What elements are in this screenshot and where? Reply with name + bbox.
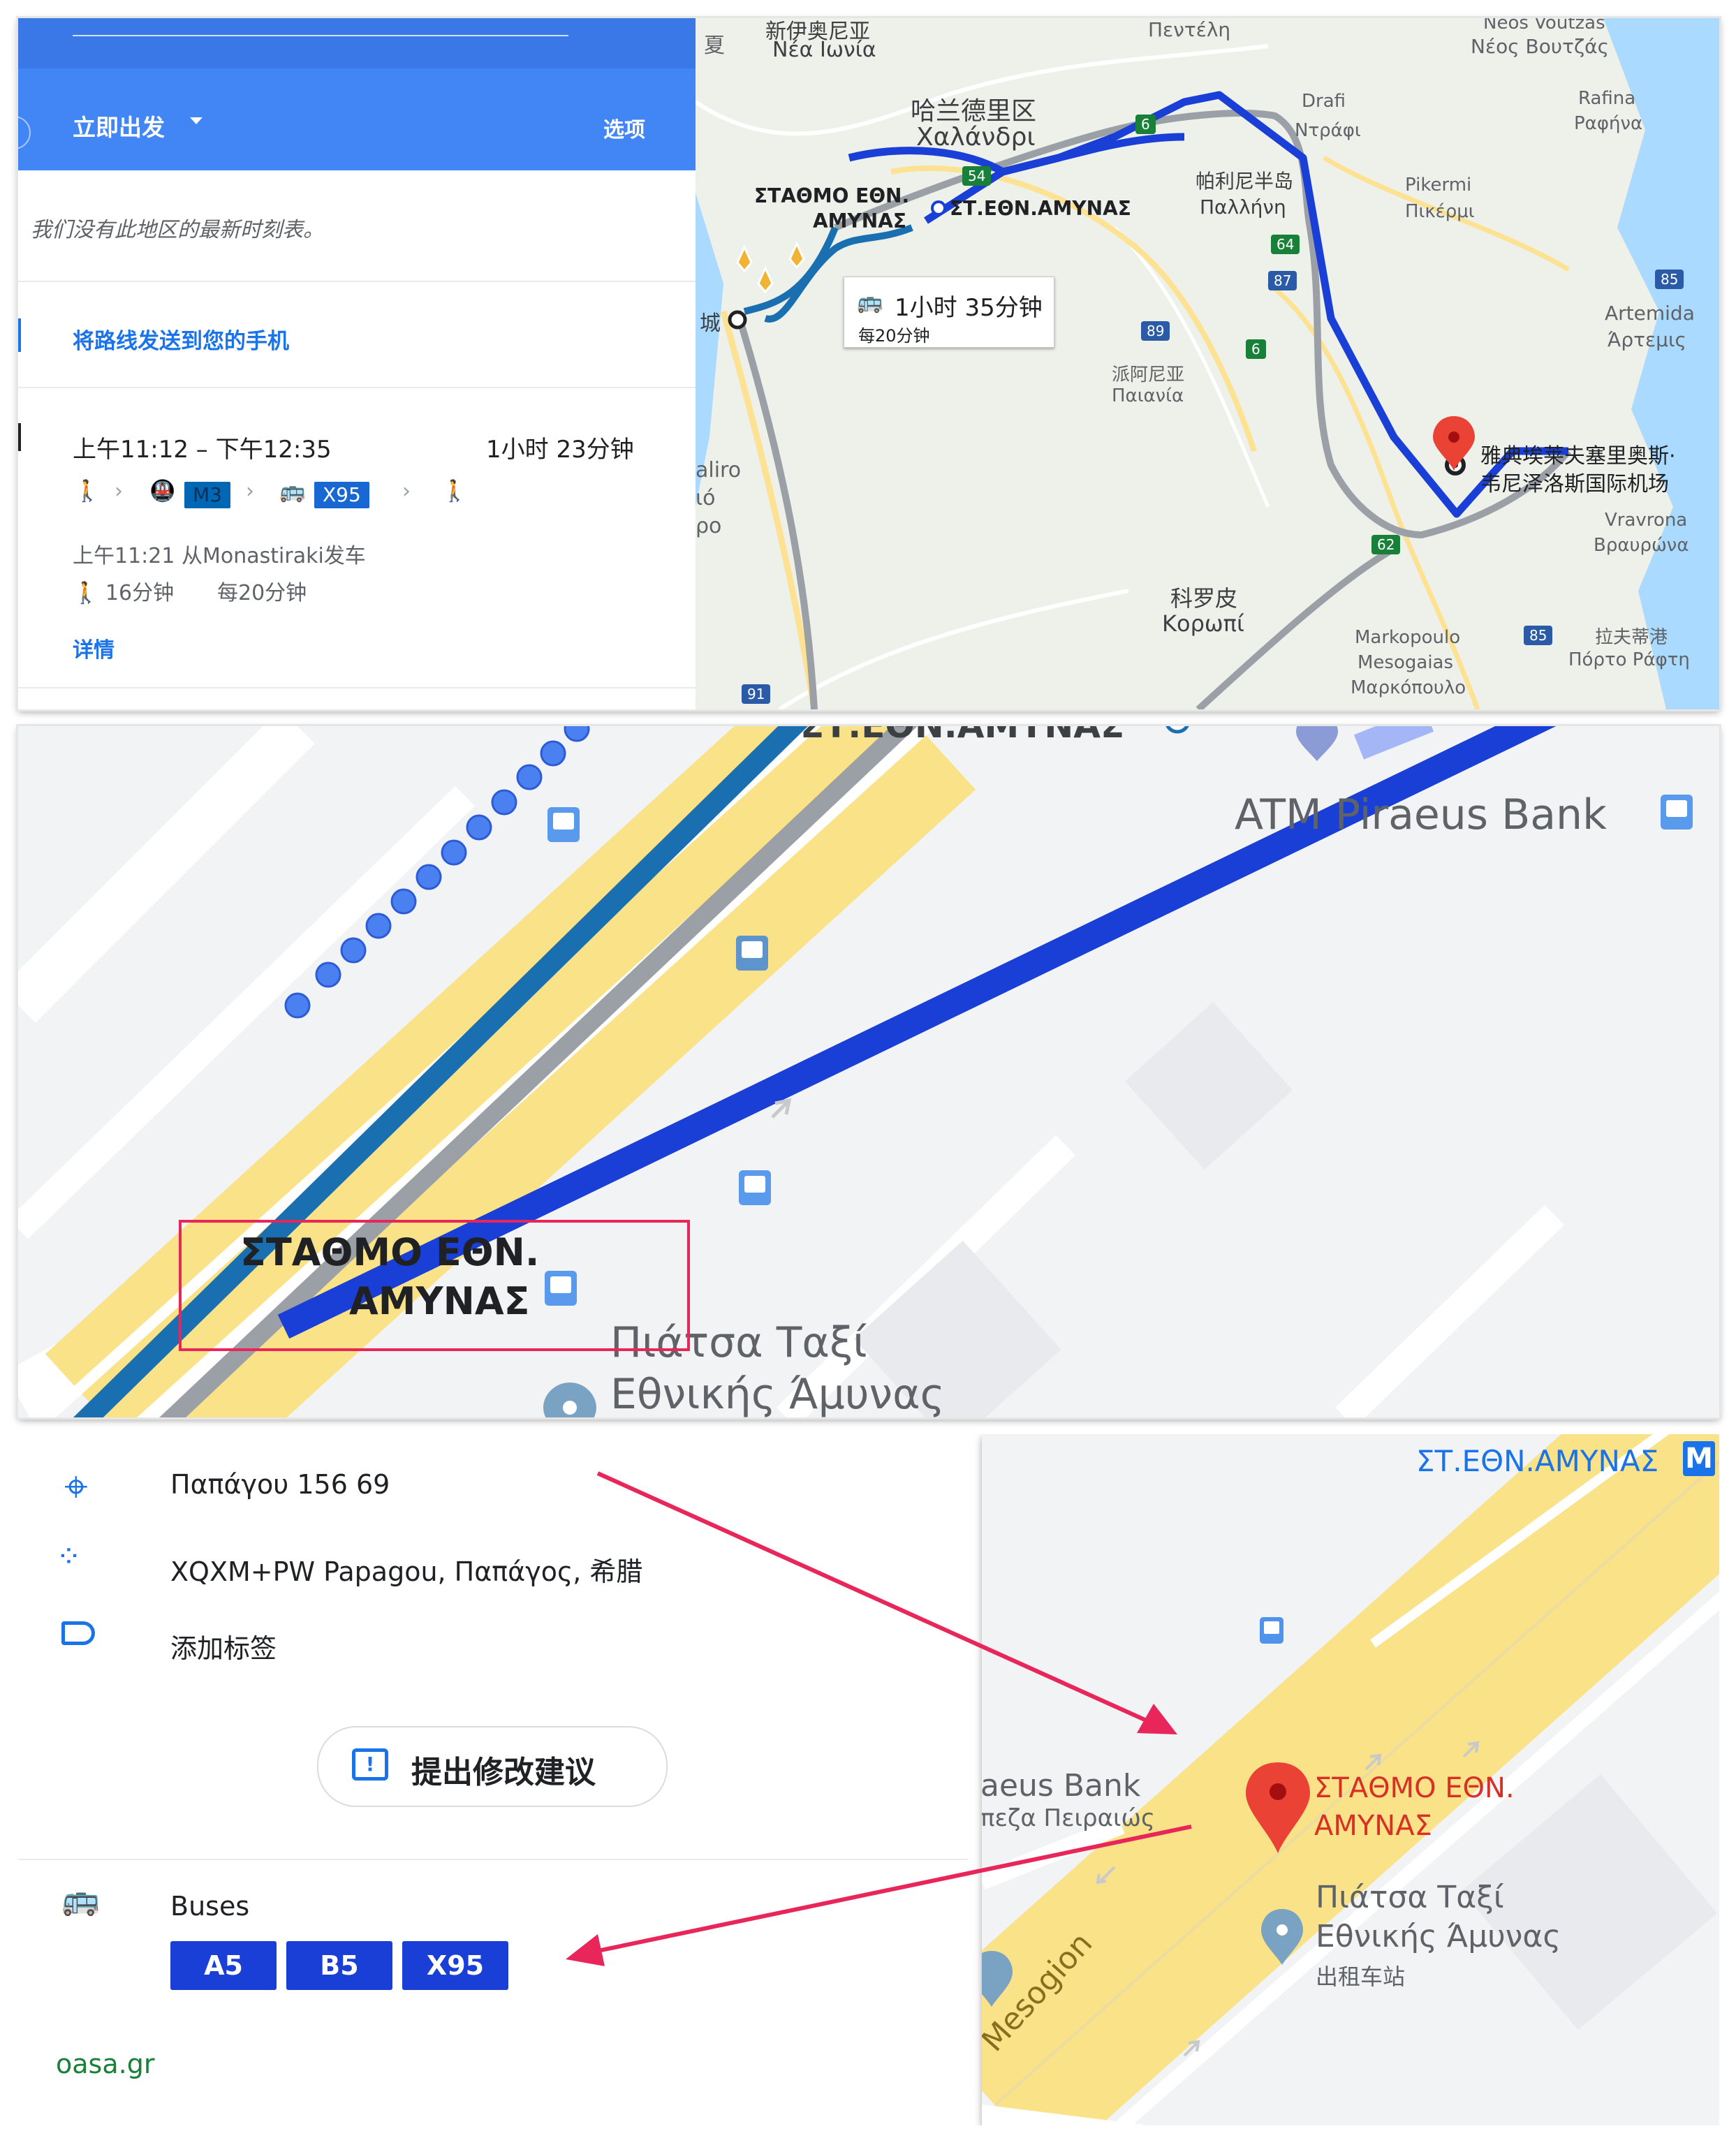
metro-icon: 🚇 xyxy=(149,479,176,503)
send-to-phone-link[interactable]: 将路线发送到您的手机 xyxy=(73,323,289,355)
directions-panel: 立即出发 选项 我们没有此地区的最新时刻表。 将路线发送到您的手机 上午11:1… xyxy=(18,18,1719,709)
road-shield: 54 xyxy=(962,166,992,186)
road-shield: 62 xyxy=(1371,535,1401,554)
place-pin-icon xyxy=(1296,726,1338,761)
walk-small-icon: 🚶 xyxy=(73,581,99,605)
source-link[interactable]: oasa.gr xyxy=(56,2049,154,2079)
walk-icon: 🚶 xyxy=(441,479,468,503)
road-shield: 6 xyxy=(1135,115,1156,134)
address-text[interactable]: Παπάγου 156 69 xyxy=(170,1469,390,1500)
suggest-edit-button[interactable]: ! 提出修改建议 xyxy=(317,1726,668,1807)
route-duration-callout[interactable]: 🚌 1小时 35分钟 每20分钟 xyxy=(844,277,1054,348)
add-label-link[interactable]: 添加标签 xyxy=(170,1627,277,1665)
bus-stop-icon xyxy=(1260,1617,1283,1644)
zoomed-station-map[interactable]: ΣΤ.ΕΘΝ.ΑΜΥΝΑΣ ATM Piraeus Bank ΣΤΑΘΜΟ ΕΘ… xyxy=(18,726,1719,1417)
depart-now-dropdown[interactable]: 立即出发 xyxy=(73,109,165,142)
metro-station-label: ΣΤ.ΕΘΝ.ΑΜΥΝΑΣ xyxy=(1416,1444,1659,1478)
road-shield: 85 xyxy=(1524,626,1553,645)
details-link[interactable]: 详情 xyxy=(73,633,115,663)
bus-icon: 🚌 xyxy=(857,290,883,314)
chevron-right-icon: › xyxy=(115,479,123,503)
road-shield: 91 xyxy=(742,684,771,704)
atm-label: ATM Piraeus Bank xyxy=(1235,790,1607,839)
taxi-label: Πιάτσα Ταξί xyxy=(1316,1880,1504,1915)
bus-stop-icon xyxy=(547,807,580,842)
station-label: ΣΤΑΘΜΟ ΕΘΝ. xyxy=(1314,1772,1515,1804)
bus-stop-icon xyxy=(739,1170,771,1205)
walk-icon: 🚶 xyxy=(74,479,101,503)
buses-heading: Buses xyxy=(170,1891,250,1922)
taxi-label: 出租车站 xyxy=(1316,1963,1406,1990)
metro-line-badge: M3 xyxy=(184,482,230,508)
station-highlight-box xyxy=(179,1220,690,1351)
plus-code-icon: ⁘ xyxy=(56,1539,82,1575)
destination-pin-icon xyxy=(1433,416,1475,471)
road-shield: 89 xyxy=(1141,321,1170,341)
location-pin-icon: ⌖ xyxy=(64,1462,88,1511)
road-shield: 87 xyxy=(1268,271,1297,290)
dropdown-arrow-icon[interactable] xyxy=(190,117,203,124)
options-button[interactable]: 选项 xyxy=(603,112,645,143)
station-label: ΑΜΥΝΑΣ xyxy=(1314,1810,1432,1842)
star-markers xyxy=(736,241,805,294)
bus-line-badge[interactable]: B5 xyxy=(286,1941,392,1990)
route-steps: 🚶 › 🚇 M3 › 🚌 X95 › 🚶 xyxy=(73,479,561,510)
chevron-right-icon: › xyxy=(246,479,254,503)
route-duration: 1小时 23分钟 xyxy=(486,436,634,464)
bus-line-badge[interactable]: A5 xyxy=(170,1941,277,1990)
plus-code-text[interactable]: XQXM+PW Papagou, Παπάγος, 希腊 xyxy=(170,1550,642,1589)
taxi-label: Εθνικής Άμυνας xyxy=(610,1370,945,1417)
bus-line-badge: X95 xyxy=(314,482,369,508)
route-departure: 上午11:21 从Monastiraki发车 xyxy=(73,544,366,568)
road-shield: 6 xyxy=(1246,339,1266,359)
bus-icon: 🚌 xyxy=(279,479,306,503)
station-pin-map[interactable]: ΣΤ.ΕΘΝ.ΑΜΥΝΑΣ M ΣΤΑΘΜΟ ΕΘΝ. ΑΜΥΝΑΣ aeus … xyxy=(982,1434,1719,2125)
chevron-right-icon: › xyxy=(402,479,411,503)
metro-icon: M xyxy=(1683,1441,1715,1476)
label-tag-icon xyxy=(61,1621,95,1645)
feedback-icon: ! xyxy=(352,1748,388,1781)
route-time-range: 上午11:12 – 下午12:35 xyxy=(73,436,332,464)
road-shield: 85 xyxy=(1655,270,1684,289)
walk-duration: 16分钟 xyxy=(105,581,175,605)
directions-header: 立即出发 选项 xyxy=(18,18,696,170)
taxi-label: Εθνικής Άμυνας xyxy=(1316,1919,1561,1954)
bus-line-badge[interactable]: X95 xyxy=(402,1941,508,1990)
road-shield: 64 xyxy=(1271,235,1300,254)
bus-icon: 🚌 xyxy=(61,1882,100,1917)
place-details: ⌖ Παπάγου 156 69 ⁘ XQXM+PW Papagou, Παπά… xyxy=(18,1434,968,2125)
overview-map[interactable]: 🚌 1小时 35分钟 每20分钟 夏 新伊奥尼亚 Νέα Ιωνία Πεντέ… xyxy=(696,18,1719,709)
route-frequency: 每20分钟 xyxy=(217,581,307,605)
bus-stop-icon xyxy=(1661,795,1693,830)
bus-stop-icon xyxy=(736,936,768,971)
schedule-notice: 我们没有此地区的最新时刻表。 xyxy=(31,218,324,242)
place-info-panel: ⌖ Παπάγου 156 69 ⁘ XQXM+PW Papagou, Παπά… xyxy=(18,1434,1719,2125)
directions-sidebar: 立即出发 选项 我们没有此地区的最新时刻表。 将路线发送到您的手机 上午11:1… xyxy=(18,18,696,709)
taxi-pin-icon xyxy=(543,1383,596,1417)
